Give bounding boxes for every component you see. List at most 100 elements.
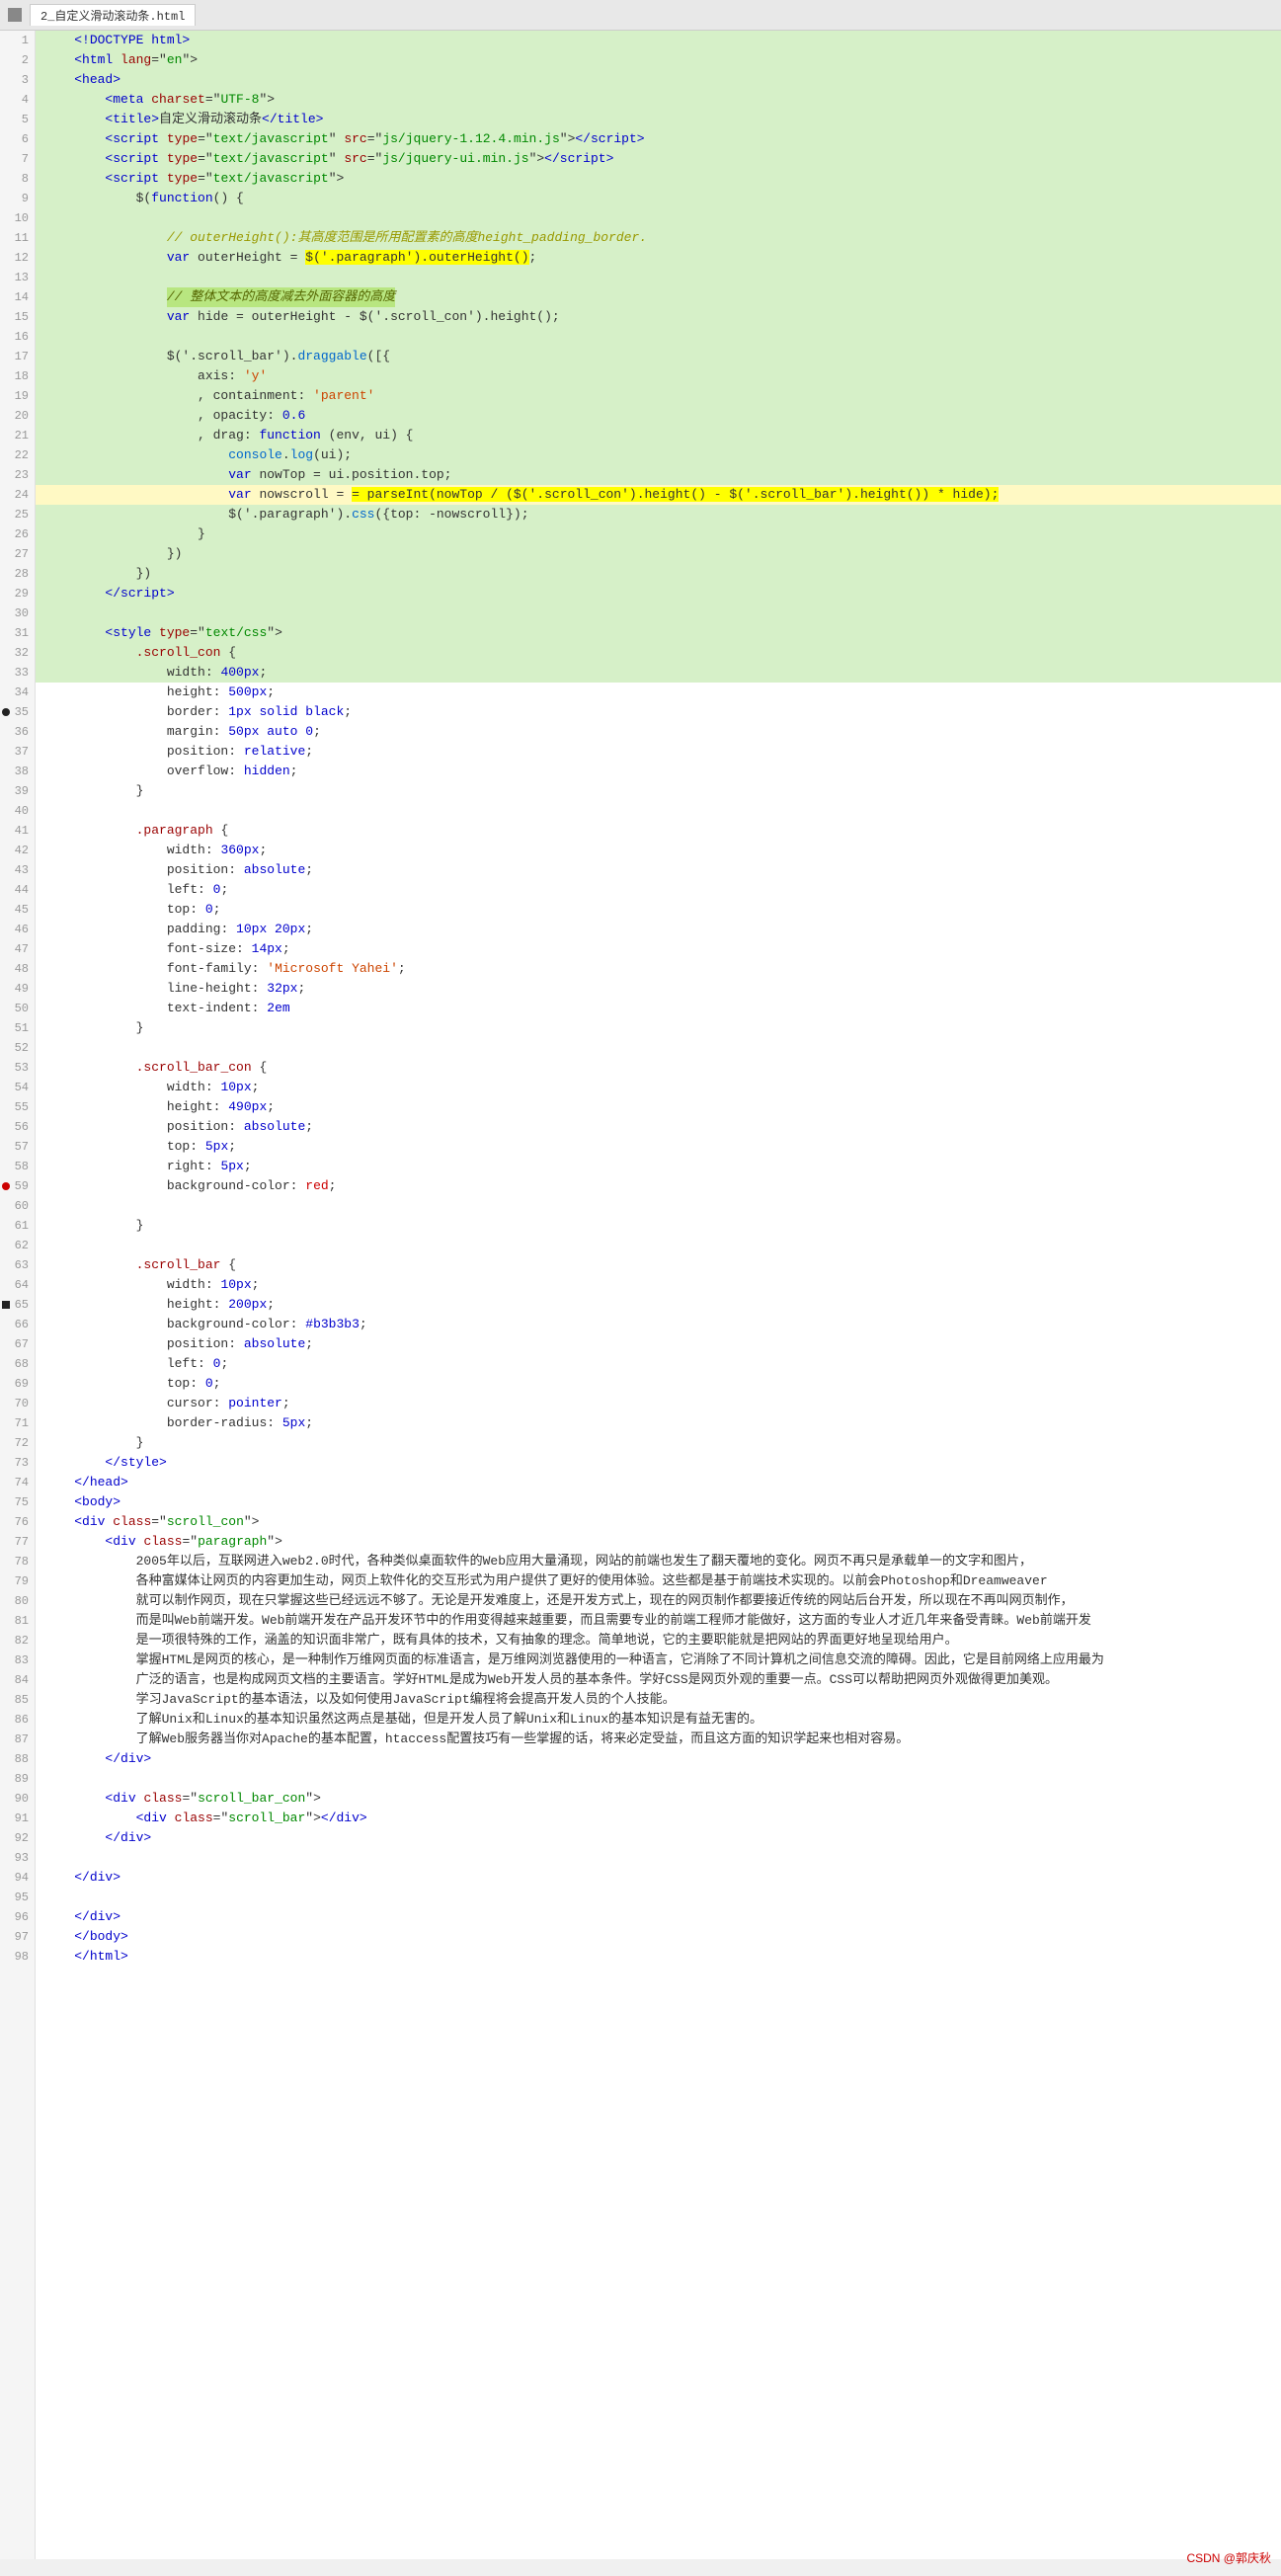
code-line-84: 广泛的语言，也是构成网页文档的主要语言。学好HTML是成为Web开发人员的基本条… bbox=[36, 1670, 1281, 1690]
ln-8: 8 bbox=[0, 169, 35, 189]
ln-41: 41 bbox=[0, 821, 35, 841]
ln-85: 85 bbox=[0, 1690, 35, 1710]
ln-7: 7 bbox=[0, 149, 35, 169]
code-line-3: <head> bbox=[36, 70, 1281, 90]
code-line-94: </div> bbox=[36, 1868, 1281, 1888]
ln-79: 79 bbox=[0, 1571, 35, 1591]
code-line-2: <html lang="en"> bbox=[36, 50, 1281, 70]
code-line-67: position: absolute; bbox=[36, 1334, 1281, 1354]
code-line-95 bbox=[36, 1888, 1281, 1907]
code-line-77: <div class="paragraph"> bbox=[36, 1532, 1281, 1552]
code-line-22: console.log(ui); bbox=[36, 445, 1281, 465]
ln-11: 11 bbox=[0, 228, 35, 248]
file-icon bbox=[8, 8, 22, 22]
ln-70: 70 bbox=[0, 1394, 35, 1413]
code-line-49: line-height: 32px; bbox=[36, 979, 1281, 999]
code-line-62 bbox=[36, 1236, 1281, 1255]
code-line-1: <!DOCTYPE html> bbox=[36, 31, 1281, 50]
code-line-37: position: relative; bbox=[36, 742, 1281, 762]
code-line-56: position: absolute; bbox=[36, 1117, 1281, 1137]
ln-54: 54 bbox=[0, 1078, 35, 1097]
code-line-44: left: 0; bbox=[36, 880, 1281, 900]
code-line-18: axis: 'y' bbox=[36, 366, 1281, 386]
ln-50: 50 bbox=[0, 999, 35, 1018]
code-line-65: height: 200px; bbox=[36, 1295, 1281, 1315]
code-line-83: 掌握HTML是网页的核心，是一种制作万维网页面的标准语言，是万维网浏览器使用的一… bbox=[36, 1650, 1281, 1670]
code-line-86: 了解Unix和Linux的基本知识虽然这两点是基础，但是开发人员了解Unix和L… bbox=[36, 1710, 1281, 1730]
ln-3: 3 bbox=[0, 70, 35, 90]
code-line-6: <script type="text/javascript" src="js/j… bbox=[36, 129, 1281, 149]
code-line-14: // 整体文本的高度减去外面容器的高度 bbox=[36, 287, 1281, 307]
code-line-13 bbox=[36, 268, 1281, 287]
ln-91: 91 bbox=[0, 1809, 35, 1828]
ln-39: 39 bbox=[0, 781, 35, 801]
ln-36: 36 bbox=[0, 722, 35, 742]
ln-73: 73 bbox=[0, 1453, 35, 1473]
code-line-9: $(function() { bbox=[36, 189, 1281, 208]
code-line-85: 学习JavaScript的基本语法，以及如何使用JavaScript编程将会提高… bbox=[36, 1690, 1281, 1710]
ln-51: 51 bbox=[0, 1018, 35, 1038]
ln-87: 87 bbox=[0, 1730, 35, 1749]
code-line-89 bbox=[36, 1769, 1281, 1789]
code-line-43: position: absolute; bbox=[36, 860, 1281, 880]
ln-55: 55 bbox=[0, 1097, 35, 1117]
ln-6: 6 bbox=[0, 129, 35, 149]
code-line-60 bbox=[36, 1196, 1281, 1216]
ln-97: 97 bbox=[0, 1927, 35, 1947]
ln-81: 81 bbox=[0, 1611, 35, 1631]
ln-45: 45 bbox=[0, 900, 35, 920]
code-line-34: height: 500px; bbox=[36, 683, 1281, 702]
ln-57: 57 bbox=[0, 1137, 35, 1157]
code-line-33: width: 400px; bbox=[36, 663, 1281, 683]
code-line-79: 各种富媒体让网页的内容更加生动，网页上软件化的交互形式为用户提供了更好的使用体验… bbox=[36, 1571, 1281, 1591]
ln-60: 60 bbox=[0, 1196, 35, 1216]
ln-47: 47 bbox=[0, 939, 35, 959]
ln-58: 58 bbox=[0, 1157, 35, 1176]
ln-19: 19 bbox=[0, 386, 35, 406]
ln-32: 32 bbox=[0, 643, 35, 663]
ln-22: 22 bbox=[0, 445, 35, 465]
ln-9: 9 bbox=[0, 189, 35, 208]
ln-23: 23 bbox=[0, 465, 35, 485]
ln-61: 61 bbox=[0, 1216, 35, 1236]
ln-38: 38 bbox=[0, 762, 35, 781]
ln-95: 95 bbox=[0, 1888, 35, 1907]
ln-15: 15 bbox=[0, 307, 35, 327]
ln-52: 52 bbox=[0, 1038, 35, 1058]
ln-53: 53 bbox=[0, 1058, 35, 1078]
code-line-72: } bbox=[36, 1433, 1281, 1453]
code-line-27: }) bbox=[36, 544, 1281, 564]
ln-44: 44 bbox=[0, 880, 35, 900]
code-line-78: 2005年以后，互联网进入web2.0时代，各种类似桌面软件的Web应用大量涌现… bbox=[36, 1552, 1281, 1571]
ln-96: 96 bbox=[0, 1907, 35, 1927]
code-line-71: border-radius: 5px; bbox=[36, 1413, 1281, 1433]
ln-30: 30 bbox=[0, 604, 35, 623]
code-line-20: , opacity: 0.6 bbox=[36, 406, 1281, 426]
code-line-10 bbox=[36, 208, 1281, 228]
code-line-4: <meta charset="UTF-8"> bbox=[36, 90, 1281, 110]
code-line-73: </style> bbox=[36, 1453, 1281, 1473]
ln-4: 4 bbox=[0, 90, 35, 110]
ln-83: 83 bbox=[0, 1650, 35, 1670]
code-line-12: var outerHeight = $('.paragraph').outerH… bbox=[36, 248, 1281, 268]
code-area[interactable]: <!DOCTYPE html> <html lang="en"> <head> … bbox=[36, 31, 1281, 2559]
code-line-23: var nowTop = ui.position.top; bbox=[36, 465, 1281, 485]
code-line-42: width: 360px; bbox=[36, 841, 1281, 860]
line-numbers: 1 2 3 4 5 6 7 8 9 10 11 12 13 14 15 16 1… bbox=[0, 31, 36, 2559]
ln-37: 37 bbox=[0, 742, 35, 762]
ln-42: 42 bbox=[0, 841, 35, 860]
code-line-28: }) bbox=[36, 564, 1281, 584]
code-line-80: 就可以制作网页，现在只掌握这些已经远远不够了。无论是开发难度上，还是开发方式上，… bbox=[36, 1591, 1281, 1611]
ln-78: 78 bbox=[0, 1552, 35, 1571]
tab-title[interactable]: 2_自定义滑动滚动条.html bbox=[30, 4, 196, 26]
ln-2: 2 bbox=[0, 50, 35, 70]
ln-26: 26 bbox=[0, 524, 35, 544]
code-line-64: width: 10px; bbox=[36, 1275, 1281, 1295]
code-line-74: </head> bbox=[36, 1473, 1281, 1492]
ln-46: 46 bbox=[0, 920, 35, 939]
ln-63: 63 bbox=[0, 1255, 35, 1275]
ln-21: 21 bbox=[0, 426, 35, 445]
ln-12: 12 bbox=[0, 248, 35, 268]
ln-71: 71 bbox=[0, 1413, 35, 1433]
ln-59: 59 bbox=[0, 1176, 35, 1196]
